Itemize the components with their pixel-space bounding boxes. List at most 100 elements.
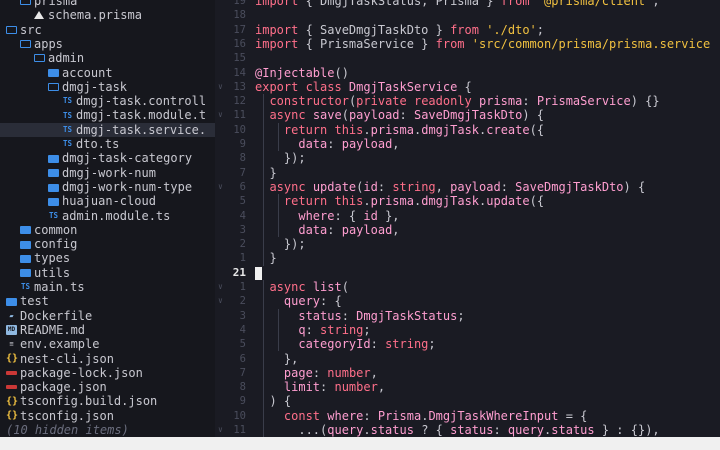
tree-item-label: dto.ts bbox=[76, 137, 120, 151]
tree-item[interactable]: TS dmgj-task.controll bbox=[0, 94, 215, 108]
code-line[interactable]: export class DmgjTaskService { bbox=[255, 80, 472, 94]
tree-item[interactable]: package-lock.json bbox=[0, 366, 215, 380]
code-line[interactable]: categoryId: string; bbox=[255, 337, 436, 352]
code-line[interactable]: page: number, bbox=[255, 366, 378, 380]
tree-item[interactable]: package.json bbox=[0, 380, 215, 394]
code-line[interactable]: q: string; bbox=[255, 322, 370, 337]
tree-item[interactable]: schema.prisma bbox=[0, 8, 215, 22]
tree-item[interactable]: dmgj-task bbox=[0, 80, 215, 94]
code-line[interactable]: }); bbox=[255, 237, 306, 251]
tree-item[interactable]: types bbox=[0, 251, 215, 265]
code-line[interactable]: constructor(private readonly prisma: Pri… bbox=[255, 94, 659, 109]
tree-item[interactable]: TS admin.module.ts bbox=[0, 209, 215, 223]
tree-item[interactable]: prisma bbox=[0, 0, 215, 8]
tree-item-label: common bbox=[34, 222, 78, 237]
code-token: }); bbox=[255, 151, 306, 166]
code-line[interactable]: @Injectable() bbox=[255, 66, 349, 80]
tree-item[interactable]: (10 hidden items) bbox=[0, 423, 215, 437]
code-token: this bbox=[334, 122, 364, 137]
code-token: DmgjTaskService bbox=[348, 79, 465, 94]
tree-item[interactable]: common bbox=[0, 223, 215, 237]
tree-item-label: tsconfig.build.json bbox=[20, 394, 158, 409]
code-line[interactable]: ) { bbox=[255, 394, 291, 408]
code-line[interactable]: data: payload, bbox=[255, 223, 399, 237]
code-token: data bbox=[298, 137, 328, 151]
code-line[interactable]: } bbox=[255, 166, 276, 180]
tree-item[interactable]: utils bbox=[0, 266, 215, 280]
editor-scrollbar[interactable] bbox=[711, 0, 720, 437]
tree-item-label: src bbox=[20, 22, 42, 37]
fold-chevron-icon[interactable]: ∨ bbox=[218, 425, 223, 434]
tree-item[interactable]: MD README.md bbox=[0, 323, 215, 337]
fold-chevron-icon[interactable]: ∨ bbox=[218, 282, 223, 291]
code-line[interactable]: } bbox=[255, 251, 276, 265]
code-token: ; bbox=[428, 337, 436, 352]
fold-chevron-icon[interactable]: ∨ bbox=[218, 110, 223, 119]
code-line[interactable]: ...(query.status ? { status: query.statu… bbox=[255, 423, 659, 437]
code-editor[interactable]: import { DmgjTaskStatus, Prisma } from '… bbox=[255, 0, 720, 437]
tree-item[interactable]: src bbox=[0, 23, 215, 37]
tree-item[interactable]: ▰ Dockerfile bbox=[0, 309, 215, 323]
code-line[interactable]: }, bbox=[255, 352, 298, 366]
code-token: import bbox=[255, 36, 306, 51]
line-number: 6 bbox=[239, 352, 246, 365]
code-line[interactable] bbox=[255, 266, 262, 280]
code-token: query bbox=[507, 423, 545, 437]
code-line[interactable]: import { PrismaService } from 'src/commo… bbox=[255, 37, 720, 51]
tree-item[interactable]: config bbox=[0, 237, 215, 251]
code-line[interactable]: where: { id }, bbox=[255, 209, 399, 223]
code-token: }); bbox=[255, 237, 306, 252]
line-number: 7 bbox=[239, 166, 246, 179]
code-line[interactable]: limit: number, bbox=[255, 380, 385, 394]
tree-item[interactable]: TS main.ts bbox=[0, 280, 215, 294]
tree-item[interactable]: huajuan-cloud bbox=[0, 194, 215, 208]
tree-item[interactable]: {} tsconfig.build.json bbox=[0, 394, 215, 408]
npm-icon bbox=[6, 370, 17, 375]
fold-chevron-icon[interactable]: ∨ bbox=[218, 182, 223, 191]
tree-item[interactable]: ≡ env.example bbox=[0, 337, 215, 351]
tree-item[interactable]: TS dmgj-task.service. bbox=[0, 122, 215, 137]
fold-chevron-icon[interactable]: ∨ bbox=[218, 82, 223, 91]
code-token: : bbox=[305, 322, 321, 337]
folder-icon bbox=[20, 255, 31, 264]
tree-item[interactable]: dmgj-work-num bbox=[0, 166, 215, 180]
code-line[interactable]: status: DmgjTaskStatus; bbox=[255, 309, 464, 323]
code-line[interactable]: async save(payload: SaveDmgjTaskDto) { bbox=[255, 108, 544, 122]
code-line[interactable]: }); bbox=[255, 151, 306, 165]
tree-item[interactable]: dmgj-work-num-type bbox=[0, 180, 215, 194]
code-line[interactable]: data: payload, bbox=[255, 137, 399, 151]
code-line[interactable]: import { SaveDmgjTaskDto } from './dto'; bbox=[255, 23, 544, 37]
code-line[interactable]: query: { bbox=[255, 294, 342, 308]
code-line[interactable]: return this.prisma.dmgjTask.create({ bbox=[255, 123, 544, 137]
code-line[interactable]: async list( bbox=[255, 280, 349, 294]
code-token: () bbox=[334, 65, 349, 80]
tree-item[interactable]: TS dto.ts bbox=[0, 137, 215, 151]
code-token: ( bbox=[341, 280, 349, 294]
code-token: prisma bbox=[479, 94, 523, 109]
code-token: query bbox=[283, 294, 321, 309]
code-token: string bbox=[392, 179, 436, 194]
line-number: 9 bbox=[239, 138, 246, 150]
tree-item[interactable]: TS dmgj-task.module.t bbox=[0, 108, 215, 122]
code-line[interactable]: import { DmgjTaskStatus, Prisma } from '… bbox=[255, 0, 660, 8]
line-number: 8 bbox=[239, 381, 246, 394]
tree-item-label: utils bbox=[34, 265, 71, 280]
code-line[interactable]: return this.prisma.dmgjTask.update({ bbox=[255, 194, 544, 208]
tree-item[interactable]: apps bbox=[0, 37, 215, 51]
tree-item[interactable]: account bbox=[0, 66, 215, 80]
code-line[interactable]: async update(id: string, payload: SaveDm… bbox=[255, 180, 645, 194]
tree-item[interactable]: {} nest-cli.json bbox=[0, 352, 215, 366]
code-token: prisma bbox=[370, 194, 414, 209]
tree-item[interactable]: dmgj-task-category bbox=[0, 151, 215, 165]
fold-chevron-icon[interactable]: ∨ bbox=[218, 296, 223, 305]
code-token: ? { bbox=[413, 423, 451, 437]
code-token: number bbox=[327, 365, 371, 380]
code-token: : bbox=[493, 423, 508, 437]
tree-item[interactable]: admin bbox=[0, 51, 215, 65]
tree-item-label: tsconfig.json bbox=[20, 408, 114, 423]
code-line[interactable]: const where: Prisma.DmgjTaskWhereInput =… bbox=[255, 409, 587, 423]
tree-item[interactable]: {} tsconfig.json bbox=[0, 409, 215, 423]
tree-item[interactable]: test bbox=[0, 294, 215, 308]
folder-open-icon bbox=[20, 40, 31, 49]
code-token: ; bbox=[652, 0, 660, 8]
